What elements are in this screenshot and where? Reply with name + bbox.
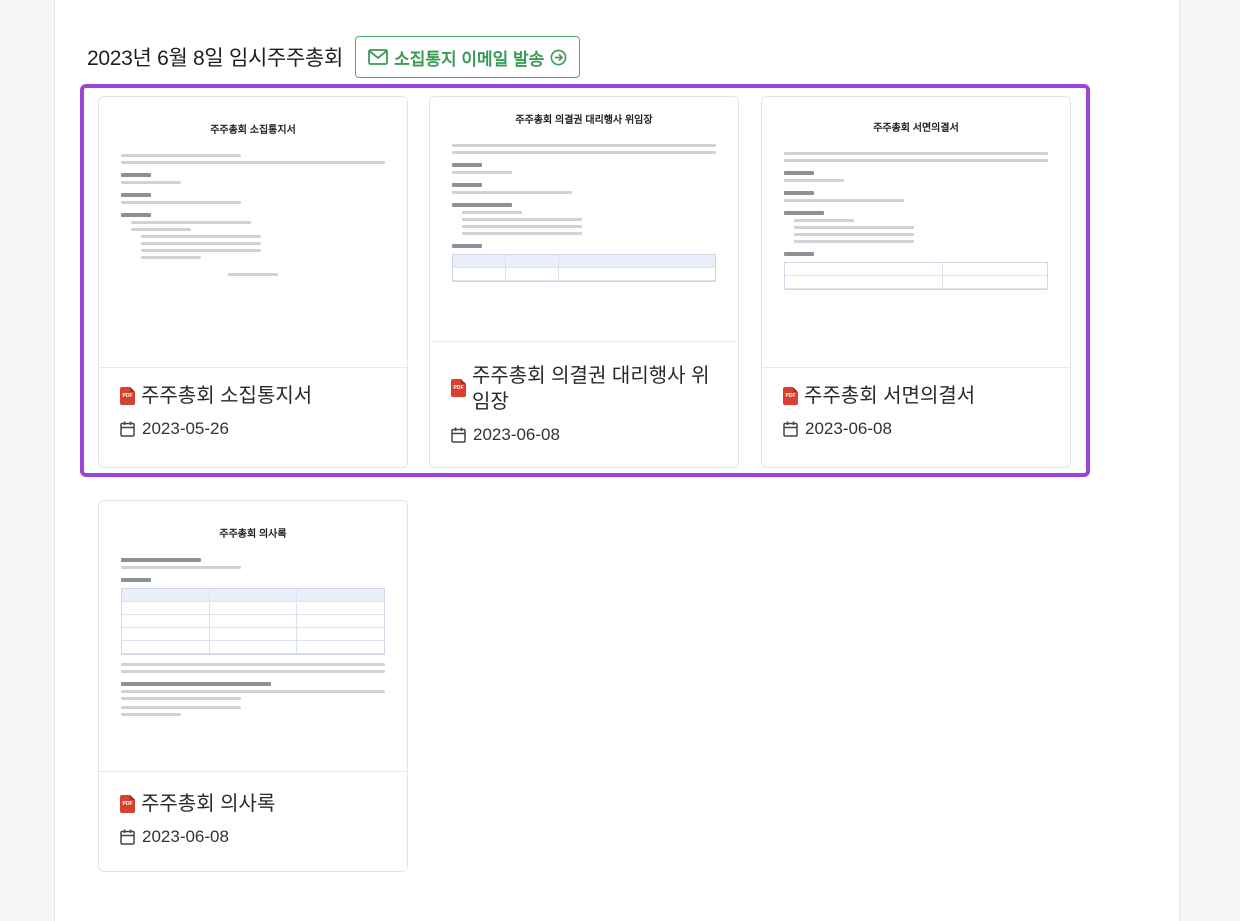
pdf-icon: PDF [783,387,798,405]
document-card[interactable]: 주주총회 의결권 대리행사 위임장 PDF 주주총회 의결권 대리행사 위임장 [429,96,739,468]
thumbnail-title: 주주총회 서면의결서 [873,123,959,134]
mail-icon [368,49,388,65]
document-thumbnail: 주주총회 의사록 [99,501,407,772]
pdf-icon: PDF [451,379,466,397]
page-title: 2023년 6월 8일 임시주주총회 [87,47,344,70]
document-card[interactable]: 주주총회 소집통지서 PDF 주주총회 소집통지서 2023-05-26 [98,96,408,468]
thumbnail-title: 주주총회 의사록 [219,529,287,540]
document-date: 2023-06-08 [142,827,229,846]
thumbnail-title: 주주총회 소집통지서 [210,125,296,136]
send-notice-email-label: 소집통지 이메일 발송 [394,49,545,69]
document-date: 2023-06-08 [473,425,560,444]
meeting-header: 2023년 6월 8일 임시주주총회 소집통지 이메일 발송 [87,35,581,79]
arrow-right-circle-icon [550,49,567,65]
document-date: 2023-05-26 [142,419,229,438]
document-title: 주주총회 의결권 대리행사 위임장 [472,365,710,413]
pdf-icon: PDF [120,387,135,405]
thumbnail-title: 주주총회 의결권 대리행사 위임장 [515,115,653,126]
document-title: 주주총회 의사록 [141,793,276,815]
document-thumbnail: 주주총회 소집통지서 [99,97,407,368]
pdf-icon: PDF [120,795,135,813]
calendar-icon [120,829,135,845]
document-card[interactable]: 주주총회 서면의결서 PDF 주주총회 서면의결서 2023-06-08 [761,96,1071,468]
document-thumbnail: 주주총회 의결권 대리행사 위임장 [430,97,738,342]
document-title: 주주총회 서면의결서 [804,385,976,407]
document-card[interactable]: 주주총회 의사록 PDF 주주총회 의사록 2023-06-08 [98,500,408,872]
calendar-icon [120,421,135,437]
calendar-icon [783,421,798,437]
document-thumbnail: 주주총회 서면의결서 [762,97,1070,368]
document-title: 주주총회 소집통지서 [141,385,313,407]
calendar-icon [451,427,466,443]
send-notice-email-button[interactable]: 소집통지 이메일 발송 [355,36,581,78]
document-date: 2023-06-08 [805,419,892,438]
